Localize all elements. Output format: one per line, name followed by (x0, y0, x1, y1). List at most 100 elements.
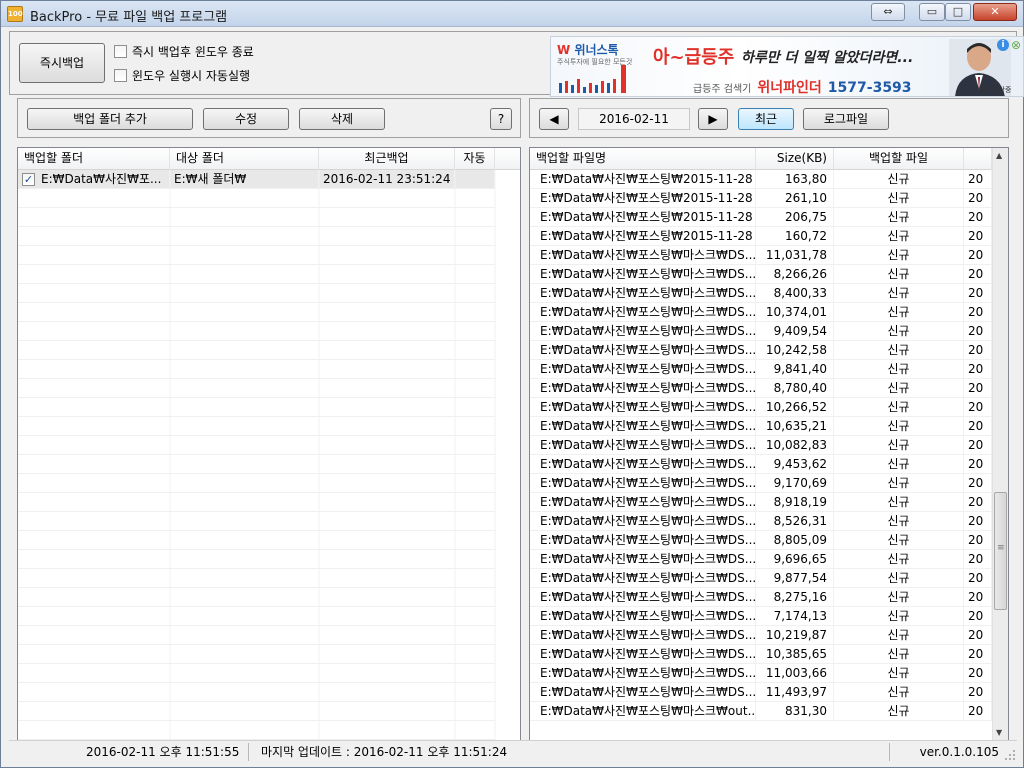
file-row[interactable]: E:₩Data₩사진₩포스팅₩마스크₩DS... 9,696,65 신규 20 (530, 550, 992, 569)
window-title: BackPro - 무료 파일 백업 프로그램 (30, 10, 228, 25)
file-list-vscroll-thumb[interactable]: ≡ (994, 492, 1007, 610)
file-row-backup-type: 신규 (834, 360, 964, 379)
maximize-button[interactable]: □ (945, 3, 971, 21)
file-row-size: 9,453,62 (756, 455, 834, 474)
file-row[interactable]: E:₩Data₩사진₩포스팅₩마스크₩DS... 7,174,13 신규 20 (530, 607, 992, 626)
file-row-name: E:₩Data₩사진₩포스팅₩마스크₩DS... (530, 664, 756, 683)
file-row-backup-type: 신규 (834, 645, 964, 664)
file-row-backup-type: 신규 (834, 436, 964, 455)
file-row-size: 10,219,87 (756, 626, 834, 645)
file-row-name: E:₩Data₩사진₩포스팅₩마스크₩DS... (530, 284, 756, 303)
close-after-backup-label: 즉시 백업후 윈도우 종료 (132, 45, 254, 59)
file-row[interactable]: E:₩Data₩사진₩포스팅₩마스크₩DS... 8,918,19 신규 20 (530, 493, 992, 512)
file-row-date: 20 (964, 379, 992, 398)
file-row[interactable]: E:₩Data₩사진₩포스팅₩마스크₩DS... 8,266,26 신규 20 (530, 265, 992, 284)
file-row-backup-type: 신규 (834, 398, 964, 417)
file-row-size: 8,780,40 (756, 379, 834, 398)
file-row-date: 20 (964, 493, 992, 512)
file-row-date: 20 (964, 531, 992, 550)
file-row[interactable]: E:₩Data₩사진₩포스팅₩마스크₩DS... 8,780,40 신규 20 (530, 379, 992, 398)
resize-grip-icon[interactable] (1004, 749, 1016, 761)
column-header-date[interactable] (964, 148, 992, 170)
file-row-name: E:₩Data₩사진₩포스팅₩마스크₩out... (530, 702, 756, 721)
column-header-target[interactable]: 대상 폴더 (170, 148, 319, 170)
file-row-name: E:₩Data₩사진₩포스팅₩마스크₩DS... (530, 398, 756, 417)
minimize-button[interactable]: ▭ (919, 3, 945, 21)
ad-brand: W 위너스톡 (557, 43, 619, 57)
restore-move-button[interactable]: ⇔ (871, 3, 905, 21)
file-row-date: 20 (964, 512, 992, 531)
file-row[interactable]: E:₩Data₩사진₩포스팅₩마스크₩DS... 9,453,62 신규 20 (530, 455, 992, 474)
file-row-name: E:₩Data₩사진₩포스팅₩마스크₩DS... (530, 512, 756, 531)
scroll-down-icon[interactable]: ▼ (996, 728, 1002, 737)
file-row[interactable]: E:₩Data₩사진₩포스팅₩2015-11-28 ... 261,10 신규 20 (530, 189, 992, 208)
autorun-checkbox[interactable] (114, 69, 127, 82)
help-button[interactable]: ? (490, 108, 512, 130)
file-row[interactable]: E:₩Data₩사진₩포스팅₩마스크₩DS... 10,266,52 신규 20 (530, 398, 992, 417)
column-header-filename[interactable]: 백업할 파일명 (530, 148, 756, 170)
backup-now-button[interactable]: 즉시백업 (19, 43, 105, 83)
file-row-backup-type: 신규 (834, 303, 964, 322)
file-row[interactable]: E:₩Data₩사진₩포스팅₩마스크₩DS... 9,877,54 신규 20 (530, 569, 992, 588)
add-backup-folder-button[interactable]: 백업 폴더 추가 (27, 108, 193, 130)
file-row[interactable]: E:₩Data₩사진₩포스팅₩마스크₩DS... 8,526,31 신규 20 (530, 512, 992, 531)
ad-banner[interactable]: W 위너스톡 주식투자에 필요한 모든것 아~급등주 하루만 더 일찍 알았더라… (550, 36, 1024, 97)
close-button[interactable]: ✕ (973, 3, 1017, 21)
file-row[interactable]: E:₩Data₩사진₩포스팅₩마스크₩DS... 11,493,97 신규 20 (530, 683, 992, 702)
file-row-size: 8,805,09 (756, 531, 834, 550)
file-row[interactable]: E:₩Data₩사진₩포스팅₩마스크₩DS... 9,170,69 신규 20 (530, 474, 992, 493)
edit-button[interactable]: 수정 (203, 108, 289, 130)
file-row[interactable]: E:₩Data₩사진₩포스팅₩2015-11-28 ... 163,80 신규 20 (530, 170, 992, 189)
file-row-size: 10,082,83 (756, 436, 834, 455)
file-row[interactable]: E:₩Data₩사진₩포스팅₩마스크₩out... 831,30 신규 20 (530, 702, 992, 721)
file-row[interactable]: E:₩Data₩사진₩포스팅₩마스크₩DS... 8,805,09 신규 20 (530, 531, 992, 550)
delete-button[interactable]: 삭제 (299, 108, 385, 130)
close-after-backup-checkbox[interactable] (114, 45, 127, 58)
file-row-name: E:₩Data₩사진₩포스팅₩마스크₩DS... (530, 436, 756, 455)
ad-close-icon[interactable]: ⊗ (1011, 38, 1021, 52)
latest-button[interactable]: 최근 (738, 108, 794, 130)
next-date-button[interactable]: ▶ (698, 108, 728, 130)
file-row[interactable]: E:₩Data₩사진₩포스팅₩마스크₩DS... 11,031,78 신규 20 (530, 246, 992, 265)
column-header-backup-file[interactable]: 백업할 파일 (834, 148, 964, 170)
logfile-button[interactable]: 로그파일 (803, 108, 889, 130)
backup-folder-list[interactable]: 백업할 폴더 대상 폴더 최근백업 자동 ✓ E:₩Data₩사진₩포... E:₩… (17, 147, 521, 761)
file-row-date: 20 (964, 189, 992, 208)
file-row-date: 20 (964, 341, 992, 360)
file-row-backup-type: 신규 (834, 531, 964, 550)
file-row-backup-type: 신규 (834, 417, 964, 436)
column-header-auto[interactable]: 자동 (455, 148, 495, 170)
file-list-header: 백업할 파일명 Size(KB) 백업할 파일 (530, 148, 992, 170)
autorun-option[interactable]: 윈도우 실행시 자동실행 (114, 67, 250, 84)
column-header-source[interactable]: 백업할 폴더 (18, 148, 170, 170)
file-row[interactable]: E:₩Data₩사진₩포스팅₩2015-11-28 ... 206,75 신규 20 (530, 208, 992, 227)
file-list-vscrollbar[interactable]: ▲ ≡ ▼ (992, 148, 1008, 742)
file-row-backup-type: 신규 (834, 170, 964, 189)
file-row[interactable]: E:₩Data₩사진₩포스팅₩2015-11-28 ... 160,72 신규 20 (530, 227, 992, 246)
file-row[interactable]: E:₩Data₩사진₩포스팅₩마스크₩DS... 10,082,83 신규 20 (530, 436, 992, 455)
ad-sub-line: 급등주 검색기 (693, 84, 752, 95)
file-row[interactable]: E:₩Data₩사진₩포스팅₩마스크₩DS... 8,400,33 신규 20 (530, 284, 992, 303)
column-header-size[interactable]: Size(KB) (756, 148, 834, 170)
file-row[interactable]: E:₩Data₩사진₩포스팅₩마스크₩DS... 10,385,65 신규 20 (530, 645, 992, 664)
scroll-up-icon[interactable]: ▲ (996, 151, 1002, 160)
ad-info-icon[interactable]: i (997, 39, 1009, 51)
backup-file-list[interactable]: 백업할 파일명 Size(KB) 백업할 파일 E:₩Data₩사진₩포스팅₩2… (529, 147, 1009, 761)
close-after-backup-option[interactable]: 즉시 백업후 윈도우 종료 (114, 43, 254, 60)
title-bar[interactable]: 100 BackPro - 무료 파일 백업 프로그램 ⇔ ▭ □ ✕ (1, 1, 1023, 27)
file-row[interactable]: E:₩Data₩사진₩포스팅₩마스크₩DS... 11,003,66 신규 20 (530, 664, 992, 683)
file-row[interactable]: E:₩Data₩사진₩포스팅₩마스크₩DS... 9,409,54 신규 20 (530, 322, 992, 341)
file-row[interactable]: E:₩Data₩사진₩포스팅₩마스크₩DS... 8,275,16 신규 20 (530, 588, 992, 607)
file-row[interactable]: E:₩Data₩사진₩포스팅₩마스크₩DS... 10,374,01 신규 20 (530, 303, 992, 322)
column-header-last-backup[interactable]: 최근백업 (319, 148, 455, 170)
file-row-date: 20 (964, 702, 992, 721)
ad-phone: 1577-3593 (827, 80, 912, 96)
file-row[interactable]: E:₩Data₩사진₩포스팅₩마스크₩DS... 9,841,40 신규 20 (530, 360, 992, 379)
file-row-name: E:₩Data₩사진₩포스팅₩마스크₩DS... (530, 550, 756, 569)
prev-date-button[interactable]: ◀ (539, 108, 569, 130)
file-row-name: E:₩Data₩사진₩포스팅₩마스크₩DS... (530, 246, 756, 265)
file-row[interactable]: E:₩Data₩사진₩포스팅₩마스크₩DS... 10,635,21 신규 20 (530, 417, 992, 436)
file-row[interactable]: E:₩Data₩사진₩포스팅₩마스크₩DS... 10,219,87 신규 20 (530, 626, 992, 645)
file-row[interactable]: E:₩Data₩사진₩포스팅₩마스크₩DS... 10,242,58 신규 20 (530, 341, 992, 360)
file-row-name: E:₩Data₩사진₩포스팅₩마스크₩DS... (530, 626, 756, 645)
